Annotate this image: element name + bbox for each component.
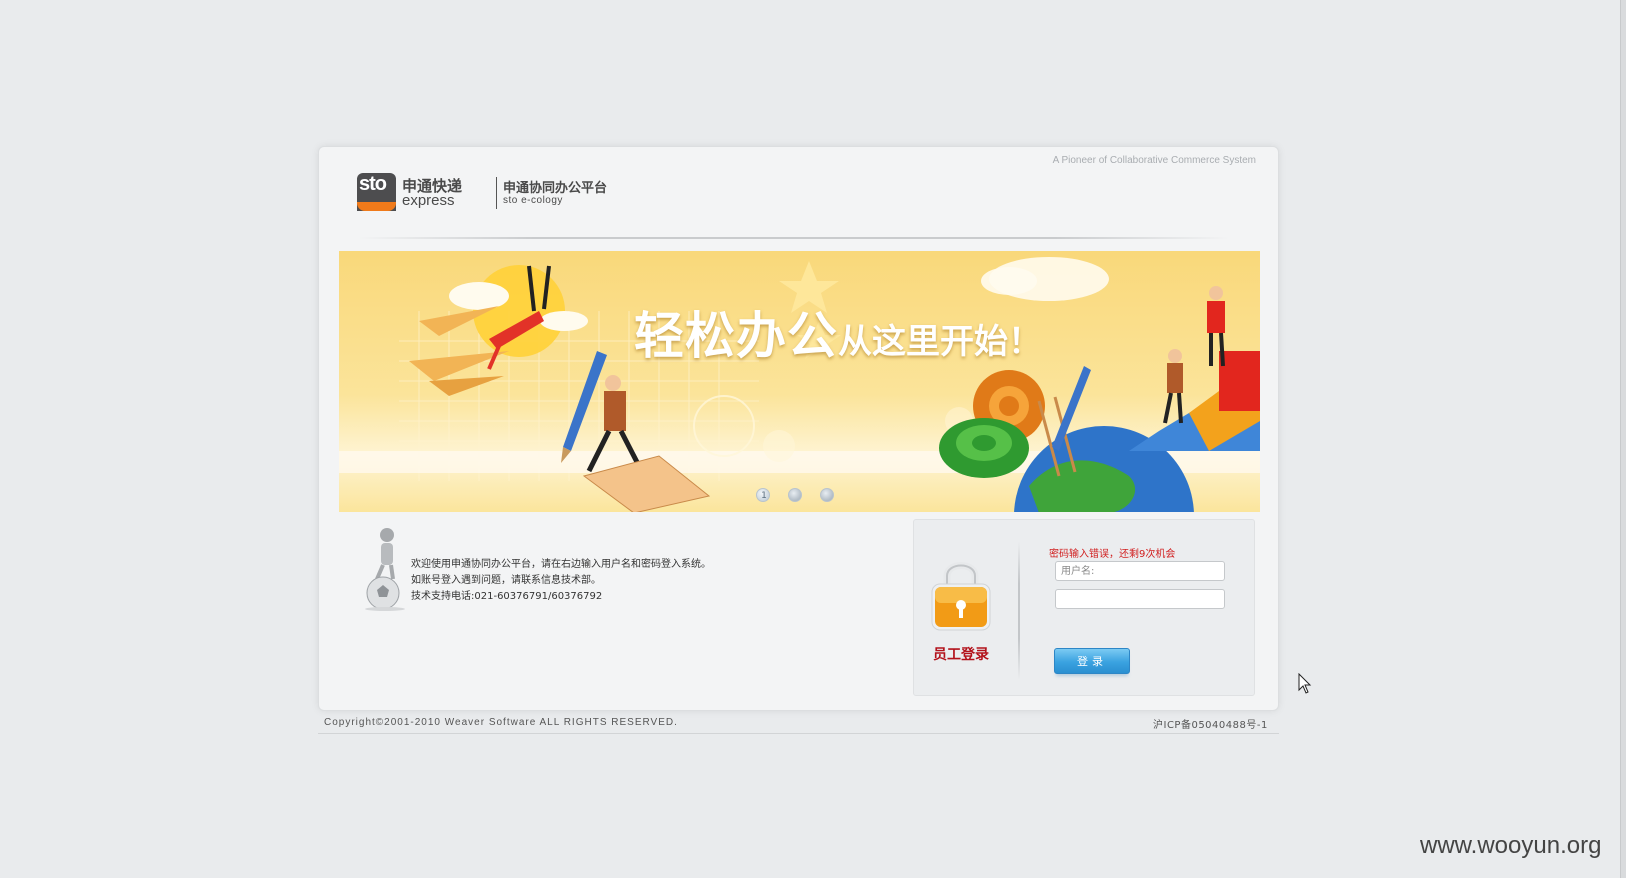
carousel-dot-2[interactable] [788, 488, 802, 502]
support-phone: 技术支持电话:021-60376791/60376792 [411, 591, 603, 602]
login-card: A Pioneer of Collaborative Commerce Syst… [318, 146, 1279, 711]
banner-carousel: 轻松办公从这里开始！ 1 [339, 251, 1260, 512]
carousel-dot-1[interactable]: 1 [756, 488, 770, 502]
platform-name-en: sto e-cology [503, 195, 563, 206]
login-panel: 员工登录 密码输入错误，还剩9次机会 登录 [913, 519, 1255, 696]
banner-headline: 轻松办公从这里开始！ [634, 296, 1042, 368]
window-scrollbar[interactable] [1620, 0, 1626, 878]
banner-headline-sub: 从这里开始！ [838, 322, 1042, 362]
brand-name-en: express [402, 192, 455, 209]
mouse-pointer-icon [1298, 673, 1312, 694]
figure-on-ball-icon [365, 528, 405, 611]
logo-divider [496, 177, 497, 209]
welcome-line-1: 欢迎使用申通协同办公平台，请在右边输入用户名和密码登入系统。 [411, 559, 711, 570]
footer-divider [318, 733, 1279, 734]
login-button[interactable]: 登录 [1054, 648, 1130, 674]
copyright-text: Copyright©2001-2010 Weaver Software ALL … [324, 717, 678, 728]
staff-login-label: 员工登录 [933, 647, 989, 663]
padlock-icon [931, 562, 991, 631]
header-tagline: A Pioneer of Collaborative Commerce Syst… [1052, 155, 1256, 166]
banner-headline-main: 轻松办公 [634, 307, 838, 365]
welcome-text: 欢迎使用申通协同办公平台，请在右边输入用户名和密码登入系统。 如账号登入遇到问题… [411, 557, 711, 605]
username-input[interactable] [1055, 561, 1225, 581]
watermark-text: www.wooyun.org [1420, 832, 1602, 859]
platform-name-cn: 申通协同办公平台 [503, 181, 608, 196]
banner-illustration [339, 257, 1260, 512]
icp-license-link[interactable]: 沪ICP备05040488号-1 [1153, 716, 1268, 731]
login-error-message: 密码输入错误，还剩9次机会 [1049, 549, 1176, 560]
header-divider [359, 237, 1229, 239]
sto-logo: sto 申通快递 express 申通协同办公平台 sto e-cology [357, 173, 617, 215]
sto-badge-icon: sto [357, 173, 396, 211]
password-input[interactable] [1055, 589, 1225, 609]
welcome-line-2: 如账号登入遇到问题，请联系信息技术部。 [411, 575, 601, 586]
carousel-dot-3[interactable] [820, 488, 834, 502]
welcome-panel: 欢迎使用申通协同办公平台，请在右边输入用户名和密码登入系统。 如账号登入遇到问题… [359, 527, 779, 617]
login-divider [1018, 542, 1020, 680]
